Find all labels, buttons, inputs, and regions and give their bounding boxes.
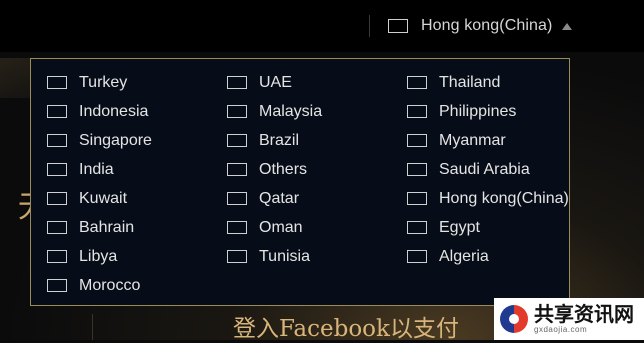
country-label: Saudi Arabia [439,160,530,178]
country-label: Oman [259,218,303,236]
country-label: Kuwait [79,189,128,207]
checkbox[interactable] [407,250,427,263]
watermark-title: 共享资讯网 [534,302,634,326]
caret-up-icon [562,22,573,30]
checkbox[interactable] [47,163,67,176]
country-label: Libya [79,247,118,265]
background-divider [92,314,93,340]
checkbox[interactable] [227,163,247,176]
checkbox[interactable] [47,192,67,205]
country-label: Malaysia [259,102,323,120]
watermark-text: 共享资讯网 gxdaojia.com [534,304,634,334]
checkbox[interactable] [407,221,427,234]
country-label: Hong kong(China) [439,189,569,207]
checkbox[interactable] [47,134,67,147]
country-label: UAE [259,73,292,91]
country-option[interactable]: Philippines [407,97,587,126]
region-selector[interactable]: Hong kong(China) [388,14,573,38]
country-option[interactable]: Egypt [407,213,587,242]
checkbox[interactable] [407,163,427,176]
checkbox[interactable] [227,221,247,234]
country-label: India [79,160,114,178]
country-option[interactable]: India [47,155,227,184]
flag-icon [388,19,408,33]
country-option[interactable]: UAE [227,68,407,97]
country-option[interactable]: Hong kong(China) [407,184,587,213]
country-label: Algeria [439,247,489,265]
checkbox[interactable] [47,76,67,89]
country-option[interactable]: Kuwait [47,184,227,213]
country-option[interactable]: Libya [47,242,227,271]
country-option[interactable]: Thailand [407,68,587,97]
region-label: Hong kong(China) [421,17,553,34]
checkbox[interactable] [227,134,247,147]
checkbox[interactable] [407,76,427,89]
checkbox[interactable] [227,76,247,89]
country-grid: Turkey UAE Thailand Indonesia Malaysia Philip… [47,68,587,300]
country-option[interactable]: Oman [227,213,407,242]
country-label: Singapore [79,131,152,149]
country-option[interactable]: Tunisia [227,242,407,271]
checkbox[interactable] [407,105,427,118]
country-label: Turkey [79,73,128,91]
checkbox[interactable] [407,134,427,147]
country-option[interactable]: Myanmar [407,126,587,155]
country-option[interactable]: Indonesia [47,97,227,126]
country-label: Thailand [439,73,501,91]
checkbox[interactable] [407,192,427,205]
country-label: Tunisia [259,247,310,265]
country-option[interactable]: Algeria [407,242,587,271]
watermark-logo-icon [500,305,528,333]
country-option[interactable]: Morocco [47,271,227,300]
checkbox[interactable] [47,221,67,234]
country-option[interactable]: Brazil [227,126,407,155]
country-option[interactable]: Malaysia [227,97,407,126]
country-label: Egypt [439,218,480,236]
country-dropdown: Turkey UAE Thailand Indonesia Malaysia Philip… [30,58,570,306]
country-option[interactable]: Others [227,155,407,184]
checkbox[interactable] [47,105,67,118]
checkbox[interactable] [47,279,67,292]
country-label: Qatar [259,189,300,207]
checkbox[interactable] [227,192,247,205]
country-label: Bahrain [79,218,135,236]
country-label: Philippines [439,102,517,120]
country-option[interactable]: Bahrain [47,213,227,242]
watermark: 共享资讯网 gxdaojia.com [494,298,644,340]
country-label: Brazil [259,131,300,149]
checkbox[interactable] [227,250,247,263]
country-option[interactable]: Saudi Arabia [407,155,587,184]
country-label: Others [259,160,308,178]
country-label: Indonesia [79,102,149,120]
country-label: Myanmar [439,131,506,149]
top-bar: Hong kong(China) [0,0,644,52]
country-option[interactable]: Qatar [227,184,407,213]
country-option[interactable]: Turkey [47,68,227,97]
country-label: Morocco [79,276,141,294]
watermark-subtitle: gxdaojia.com [534,325,588,334]
country-option[interactable]: Singapore [47,126,227,155]
checkbox[interactable] [47,250,67,263]
facebook-pay-text: 登入Facebook以支付 [233,316,459,342]
top-divider [369,15,370,37]
checkbox[interactable] [227,105,247,118]
